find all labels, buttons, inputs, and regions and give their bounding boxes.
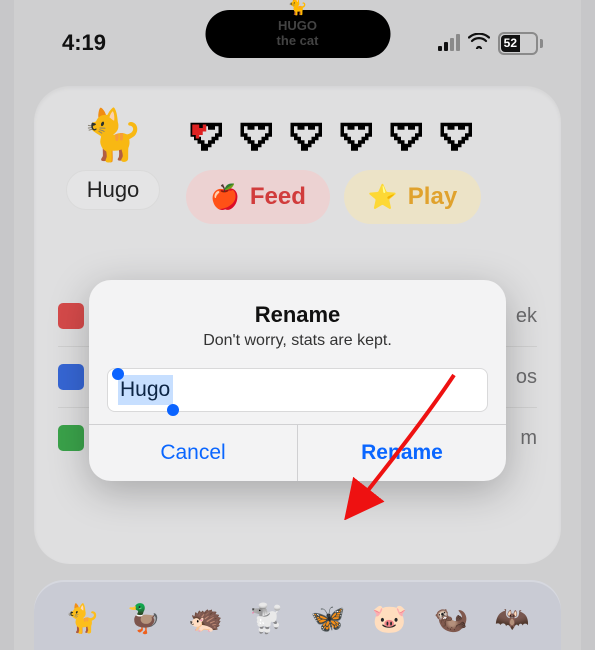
rename-confirm-button[interactable]: Rename — [298, 425, 506, 481]
pet-sprite-icon: 🐈 — [82, 110, 144, 160]
pet-option-icon[interactable]: 🦔 — [188, 602, 223, 635]
heart-icon — [286, 116, 330, 154]
star-icon: ⭐ — [368, 183, 398, 212]
cellular-icon — [438, 35, 460, 51]
list-suffix: os — [516, 366, 537, 389]
heart-icon — [186, 116, 230, 154]
pet-option-icon[interactable]: 🦦 — [434, 602, 469, 635]
pet-selector-strip[interactable]: 🐈 🦆 🦔 🐩 🦋 🐷 🦦 🦇 — [34, 580, 561, 650]
refresh-icon — [58, 425, 84, 451]
feed-label: Feed — [250, 183, 306, 211]
dynamic-island[interactable]: 🐈 HUGO the cat — [205, 10, 390, 58]
pet-option-icon[interactable]: 🐷 — [372, 602, 407, 635]
pet-option-icon[interactable]: 🐈 — [65, 602, 100, 635]
list-suffix: m — [520, 427, 537, 450]
status-time: 4:19 — [62, 30, 106, 56]
heart-icon — [436, 116, 480, 154]
dynamic-island-subtitle: the cat — [205, 33, 390, 48]
alert-title: Rename — [107, 302, 488, 328]
pet-option-icon[interactable]: 🦆 — [127, 602, 162, 635]
pet-name-chip[interactable]: Hugo — [66, 170, 161, 210]
wifi-icon — [468, 33, 490, 54]
alert-subtitle: Don't worry, stats are kept. — [107, 332, 488, 350]
calendar-icon — [58, 303, 84, 329]
feed-button[interactable]: 🍎 Feed — [186, 170, 330, 224]
heart-icon — [236, 116, 280, 154]
bag-icon — [58, 364, 84, 390]
battery-icon: 52 — [498, 32, 543, 55]
rename-input[interactable] — [118, 377, 477, 403]
apple-icon: 🍎 — [210, 183, 240, 212]
heart-icon — [386, 116, 430, 154]
pet-option-icon[interactable]: 🐩 — [249, 602, 284, 635]
pet-option-icon[interactable]: 🦋 — [311, 602, 346, 635]
play-label: Play — [408, 183, 457, 211]
alert-input-wrap[interactable] — [107, 368, 488, 412]
pet-sprite-tiny-icon: 🐈 — [288, 0, 308, 15]
cancel-button[interactable]: Cancel — [89, 425, 298, 481]
dynamic-island-title: HUGO — [205, 18, 390, 33]
play-button[interactable]: ⭐ Play — [344, 170, 481, 224]
pet-option-icon[interactable]: 🦇 — [495, 602, 530, 635]
list-suffix: ek — [516, 305, 537, 328]
rename-alert: Rename Don't worry, stats are kept. Canc… — [89, 280, 506, 481]
heart-icon — [336, 116, 380, 154]
hearts-row — [186, 116, 481, 154]
